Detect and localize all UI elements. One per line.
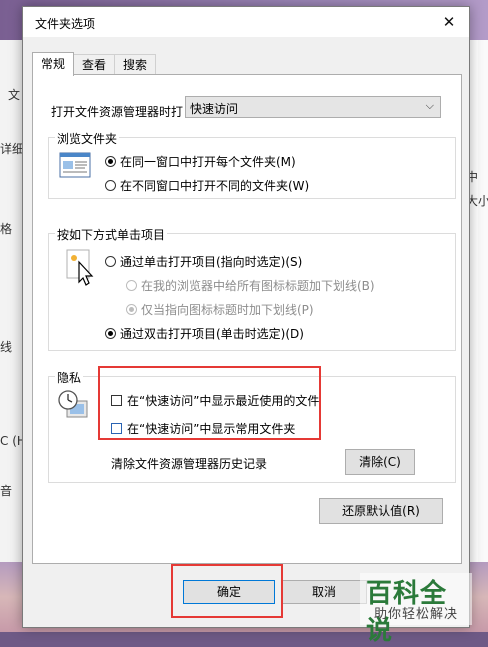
- bg-text-fragment: 格: [0, 222, 13, 236]
- show-recent-files-checkbox[interactable]: 在“快速访问”中显示最近使用的文件: [111, 392, 319, 409]
- privacy-group: 隐私 在“快速访问”中显示最近使用的文件 在“快速访问”中显示常用文件夹 清除文…: [48, 369, 456, 483]
- folder-options-dialog: 文件夹选项 ✕ 常规 查看 搜索 打开文件资源管理器时打 快速访问 ⌵ 浏览文件…: [22, 6, 470, 628]
- bg-text-fragment: 线: [0, 340, 13, 354]
- click-items-group: 按如下方式单击项目 通过单击打开项目(指向时选定)(S) 在我的浏览器中给所有图…: [48, 226, 456, 351]
- checkbox-label: 在“快速访问”中显示最近使用的文件: [127, 394, 320, 408]
- radio-disabled-selected: [126, 304, 137, 315]
- ok-button[interactable]: 确定: [183, 580, 275, 604]
- bg-text-fragment: 文: [8, 88, 21, 102]
- radio-selected[interactable]: [105, 156, 116, 167]
- browse-folders-group: 浏览文件夹 在同一窗口中打开每个文件夹(M) 在不同窗口中打开不同的文件夹(W): [48, 130, 456, 199]
- clear-history-button[interactable]: 清除(C): [345, 449, 415, 475]
- window-layout-icon: [59, 152, 91, 178]
- single-click-option[interactable]: 通过单击打开项目(指向时选定)(S): [105, 253, 302, 270]
- privacy-title: 隐私: [55, 369, 84, 386]
- radio-unselected[interactable]: [105, 256, 116, 267]
- restore-defaults-button[interactable]: 还原默认值(R): [319, 498, 443, 524]
- chevron-down-icon: ⌵: [425, 99, 434, 112]
- browse-same-window-option[interactable]: 在同一窗口中打开每个文件夹(M): [105, 153, 296, 170]
- radio-unselected[interactable]: [105, 180, 116, 191]
- double-click-option[interactable]: 通过双击打开项目(单击时选定)(D): [105, 325, 304, 342]
- tab-strip: 常规 查看 搜索: [32, 52, 157, 76]
- underline-hover-option: 仅当指向图标标题时加下划线(P): [126, 301, 314, 318]
- clock-history-icon: [58, 390, 88, 418]
- tab-search[interactable]: 搜索: [114, 54, 157, 75]
- tab-view[interactable]: 查看: [73, 54, 116, 75]
- option-label: 仅当指向图标标题时加下划线(P): [141, 303, 314, 317]
- radio-selected[interactable]: [105, 328, 116, 339]
- show-frequent-folders-checkbox[interactable]: 在“快速访问”中显示常用文件夹: [111, 420, 295, 437]
- pointer-click-icon: [66, 249, 94, 286]
- option-label: 在不同窗口中打开不同的文件夹(W): [120, 179, 310, 193]
- bg-text-fragment: 详细: [0, 142, 25, 156]
- option-label: 通过单击打开项目(指向时选定)(S): [120, 255, 303, 269]
- watermark-subtitle: 助你轻松解决: [374, 607, 459, 622]
- browse-folders-title: 浏览文件夹: [55, 130, 120, 147]
- underline-all-option: 在我的浏览器中给所有图标标题加下划线(B): [126, 277, 375, 294]
- close-button[interactable]: ✕: [429, 7, 469, 37]
- checkbox[interactable]: [111, 395, 122, 406]
- click-items-title: 按如下方式单击项目: [55, 226, 168, 243]
- open-explorer-label: 打开文件资源管理器时打: [51, 105, 184, 119]
- browse-new-window-option[interactable]: 在不同窗口中打开不同的文件夹(W): [105, 177, 309, 194]
- watermark-logo: 百科全说 助你轻松解决: [360, 573, 472, 646]
- checkbox[interactable]: [111, 423, 122, 434]
- general-tab-panel: 打开文件资源管理器时打 快速访问 ⌵ 浏览文件夹 在同一窗口中打开每个文件夹(M…: [32, 74, 462, 564]
- tab-general[interactable]: 常规: [32, 52, 75, 76]
- open-explorer-value: 快速访问: [190, 102, 239, 116]
- option-label: 通过双击打开项目(单击时选定)(D): [120, 327, 304, 341]
- clear-history-label: 清除文件资源管理器历史记录: [111, 457, 268, 471]
- dialog-title: 文件夹选项: [35, 17, 96, 31]
- title-bar: 文件夹选项 ✕: [23, 7, 469, 37]
- radio-disabled: [126, 280, 137, 291]
- cancel-button[interactable]: 取消: [281, 580, 367, 604]
- explorer-right-strip: [478, 40, 488, 562]
- checkbox-label: 在“快速访问”中显示常用文件夹: [127, 422, 296, 436]
- option-label: 在同一窗口中打开每个文件夹(M): [120, 155, 296, 169]
- open-explorer-select[interactable]: 快速访问 ⌵: [185, 96, 441, 118]
- bg-text-fragment: 音: [0, 484, 13, 498]
- option-label: 在我的浏览器中给所有图标标题加下划线(B): [141, 279, 375, 293]
